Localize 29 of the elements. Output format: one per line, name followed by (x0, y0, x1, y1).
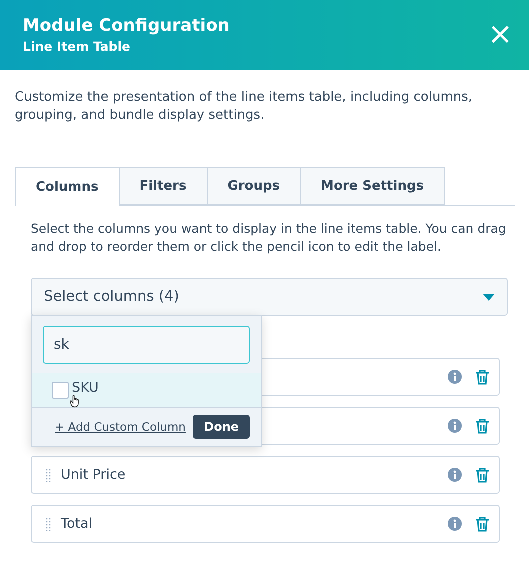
help-text: Select the columns you want to display in the line items table. You can drag and drop to reorder them or click the pencil icon to edit the label. (31, 220, 508, 256)
column-label: Unit Price (61, 467, 126, 483)
trash-icon[interactable] (476, 370, 489, 384)
caret-icon (483, 294, 495, 300)
trash-icon[interactable] (476, 418, 489, 434)
tab[interactable]: More Settings (301, 167, 446, 205)
done-button[interactable]: Done (193, 415, 250, 439)
dialog-title: Module Configuration (23, 16, 230, 36)
description-text: Customize the presentation of the line items table, including columns, grouping, and bundle display settings. (15, 89, 474, 125)
search-field[interactable]: sk (43, 326, 250, 364)
option-row[interactable]: SKU (32, 373, 261, 408)
column-label: Total (61, 516, 93, 532)
columns-select[interactable]: Select columns (4) (31, 278, 508, 316)
tab[interactable]: Filters (120, 167, 208, 205)
drag-handle-icon[interactable] (46, 518, 51, 530)
drag-handle-icon[interactable] (46, 468, 51, 482)
option-label: SKU (72, 381, 99, 395)
tab[interactable]: Columns (15, 167, 120, 206)
trash-icon[interactable] (476, 516, 489, 532)
info-icon[interactable] (448, 517, 462, 531)
info-icon[interactable] (448, 370, 462, 384)
dialog-subtitle: Line Item Table (23, 39, 132, 54)
info-icon[interactable] (448, 419, 462, 433)
checkbox[interactable] (52, 382, 69, 398)
trash-icon[interactable] (476, 468, 489, 482)
hand-pointer-icon (70, 395, 81, 408)
info-icon[interactable] (448, 468, 462, 482)
add-custom-column-link[interactable]: + Add Custom Column (55, 420, 186, 434)
tab[interactable]: Groups (208, 167, 302, 205)
